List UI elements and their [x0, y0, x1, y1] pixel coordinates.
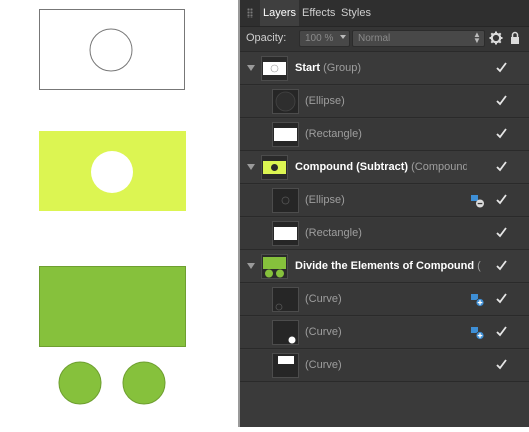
layer-label: (Ellipse)	[305, 194, 345, 206]
visibility-check-icon[interactable]	[495, 226, 508, 239]
layer-thumbnail	[272, 188, 299, 213]
layer-options-bar: Opacity: 100 % Normal ▲ ▼	[240, 27, 529, 52]
layer-label: (Curve)	[305, 359, 342, 371]
layer-thumbnail	[272, 353, 299, 378]
layer-label: Start (Group)	[295, 62, 362, 74]
visibility-check-icon[interactable]	[495, 292, 508, 305]
visibility-check-icon[interactable]	[495, 94, 508, 107]
divided-circle-right[interactable]	[122, 361, 166, 405]
layers-panel: Layers Effects Styles Opacity: 100 % Nor…	[240, 0, 529, 427]
layer-thumbnail	[272, 89, 299, 114]
layer-thumbnail	[261, 254, 288, 279]
add-icon[interactable]	[470, 293, 485, 307]
visibility-check-icon[interactable]	[495, 193, 508, 206]
visibility-check-icon[interactable]	[495, 160, 508, 173]
visibility-check-icon[interactable]	[495, 61, 508, 74]
layer-row-divide-compound[interactable]: Divide the Elements of Compound (C	[240, 251, 529, 283]
visibility-check-icon[interactable]	[495, 127, 508, 140]
disclosure-triangle-icon[interactable]	[247, 164, 255, 170]
layer-row-curve[interactable]: (Curve)	[240, 284, 529, 316]
layer-row-curve[interactable]: (Curve)	[240, 317, 529, 349]
layer-thumbnail	[261, 56, 288, 81]
divided-circle-left[interactable]	[58, 361, 102, 405]
opacity-dropdown-icon[interactable]	[340, 35, 346, 39]
layer-thumbnail	[272, 287, 299, 312]
blend-mode-updown-icon[interactable]: ▲ ▼	[473, 31, 481, 45]
layer-row-compound-subtract[interactable]: Compound (Subtract) (Compound)	[240, 152, 529, 184]
add-icon[interactable]	[470, 326, 485, 340]
canvas-artwork	[39, 9, 186, 405]
layer-thumbnail	[272, 221, 299, 246]
layer-label: (Rectangle)	[305, 227, 362, 239]
layer-label: (Curve)	[305, 293, 342, 305]
layer-label: (Rectangle)	[305, 128, 362, 140]
layer-thumbnail	[272, 320, 299, 345]
gear-icon[interactable]	[489, 31, 503, 45]
layer-row-ellipse-subtract[interactable]: (Ellipse)	[240, 185, 529, 217]
lock-icon[interactable]	[510, 31, 520, 45]
tab-styles[interactable]: Styles	[341, 0, 371, 26]
layer-label: (Ellipse)	[305, 95, 345, 107]
layer-row-curve[interactable]: (Curve)	[240, 350, 529, 382]
layer-thumbnail	[272, 122, 299, 147]
start-ellipse[interactable]	[89, 28, 133, 72]
tab-effects[interactable]: Effects	[302, 0, 335, 26]
layer-row-ellipse[interactable]: (Ellipse)	[240, 86, 529, 118]
visibility-check-icon[interactable]	[495, 325, 508, 338]
opacity-label: Opacity:	[246, 32, 287, 44]
panel-tab-bar: Layers Effects Styles	[240, 0, 529, 27]
visibility-check-icon[interactable]	[495, 358, 508, 371]
layer-label: Compound (Subtract) (Compound)	[295, 161, 467, 173]
visibility-check-icon[interactable]	[495, 259, 508, 272]
layers-empty-area	[240, 383, 529, 427]
layer-thumbnail	[261, 155, 288, 180]
document-canvas[interactable]	[0, 0, 238, 427]
layer-label: Divide the Elements of Compound (C	[295, 260, 481, 272]
blend-mode-select[interactable]: Normal	[352, 30, 485, 47]
divided-rectangle[interactable]	[39, 266, 186, 347]
layer-row-start-group[interactable]: Start (Group)	[240, 53, 529, 85]
disclosure-triangle-icon[interactable]	[247, 65, 255, 71]
panel-grip-icon[interactable]	[247, 8, 253, 18]
layer-row-rectangle[interactable]: (Rectangle)	[240, 119, 529, 151]
tab-layers[interactable]: Layers	[260, 0, 300, 26]
layer-label: (Curve)	[305, 326, 342, 338]
layer-row-rectangle[interactable]: (Rectangle)	[240, 218, 529, 250]
disclosure-triangle-icon[interactable]	[247, 263, 255, 269]
compound-hole	[91, 151, 133, 193]
subtract-icon[interactable]	[470, 194, 485, 208]
